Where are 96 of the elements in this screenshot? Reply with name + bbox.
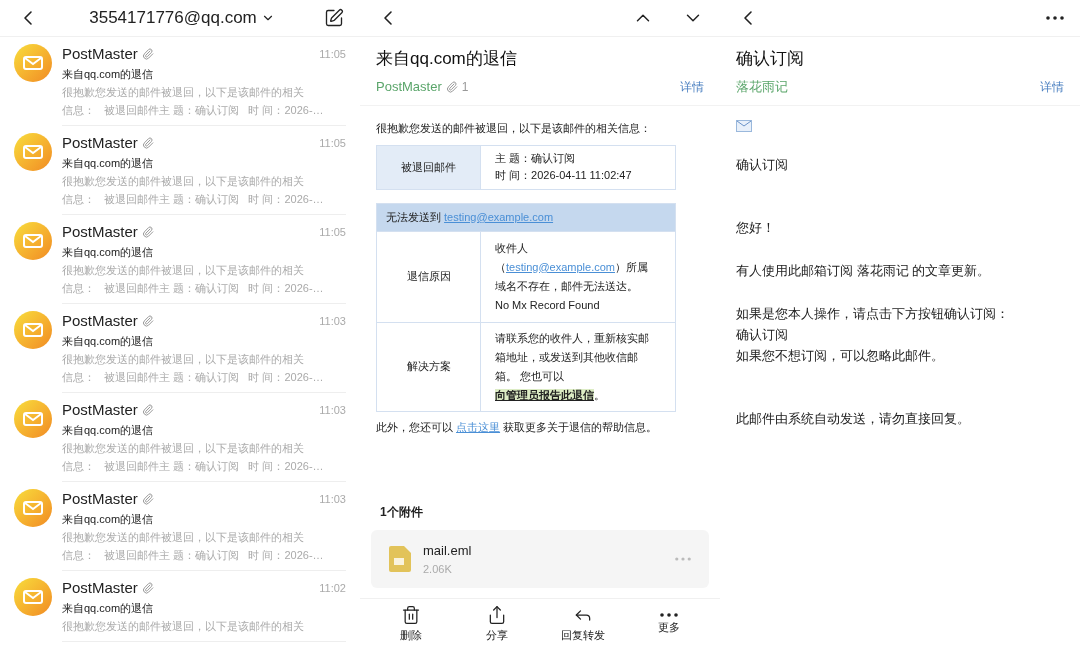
message-item[interactable]: PostMaster 11:05 来自qq.com的退信 很抱歉您发送的邮件被退回，以下是该邮件的相关 信息： 被退回邮件主 题：确认订阅 时 间：2026-… [62, 222, 346, 304]
table-cell-text: 请联系您的收件人，重新核实邮箱地址，或发送到其他收信邮箱。 您也可以 向管理员报告此退信。 [494, 330, 650, 403]
table-cell-text: 主 题：确认订阅 [495, 151, 577, 166]
message-subject: 来自qq.com的退信 [62, 245, 155, 260]
envelope-icon [736, 119, 752, 132]
message-time: 11:02 [319, 580, 346, 596]
help-link[interactable]: 点击这里 [456, 420, 501, 433]
body-text: 确认订阅 [736, 325, 789, 344]
message-preview: 信息： 被退回邮件主 题：确认订阅 时 间：2026-… [62, 103, 325, 118]
toolbar-button[interactable]: 删除 [379, 601, 443, 646]
envelope-avatar-icon [14, 133, 52, 171]
paperclip-icon [141, 48, 154, 60]
sender-name: PostMaster [62, 489, 138, 509]
share-icon [487, 605, 507, 625]
message-item[interactable]: PostMaster 11:03 来自qq.com的退信 很抱歉您发送的邮件被退回，以下是该邮件的相关 信息： 被退回邮件主 题：确认订阅 时 间：2026-… [62, 489, 346, 571]
envelope-avatar-icon [14, 311, 52, 349]
attachment-card[interactable]: mail.eml 2.06K [371, 530, 709, 588]
more-icon [660, 613, 678, 617]
table-header-cell: 被退回邮件 [377, 145, 481, 189]
paperclip-icon [141, 582, 154, 594]
attachment-count: 1 [461, 78, 469, 96]
account-selector[interactable]: 3554171776@qq.com [89, 5, 275, 31]
toolbar-button[interactable]: 分享 [465, 601, 529, 646]
report-link[interactable]: 向管理员报告此退信 [495, 388, 594, 401]
message-preview: 很抱歉您发送的邮件被退回，以下是该邮件的相关 [62, 174, 305, 189]
trash-icon [401, 605, 421, 625]
message-time: 11:05 [319, 224, 346, 240]
paperclip-icon [141, 315, 154, 327]
paperclip-icon [141, 137, 154, 149]
paperclip-icon [141, 404, 154, 416]
message-time: 11:03 [319, 491, 346, 507]
message-item[interactable]: PostMaster 11:02 来自qq.com的退信 很抱歉您发送的邮件被退回，以下是该邮件的相关 [62, 578, 346, 642]
body-text: 此邮件由系统自动发送，请勿直接回复。 [736, 409, 971, 428]
envelope-avatar-icon [14, 489, 52, 527]
body-text: 有人使用此邮箱订阅 落花雨记 的文章更新。 [736, 261, 992, 280]
sender-name: PostMaster [62, 400, 138, 420]
envelope-avatar-icon [14, 222, 52, 260]
table-cell-text: 收件人（testing@example.com）所属域名不存在，邮件无法送达。 [495, 240, 649, 294]
more-icon[interactable] [1046, 16, 1064, 20]
message-preview: 信息： 被退回邮件主 题：确认订阅 时 间：2026-… [62, 370, 325, 385]
sender-name: PostMaster [62, 578, 138, 598]
sender-name: PostMaster [62, 311, 138, 331]
message-item[interactable]: PostMaster 11:05 来自qq.com的退信 很抱歉您发送的邮件被退回，以下是该邮件的相关 信息： 被退回邮件主 题：确认订阅 时 间：2026-… [62, 44, 346, 126]
body-text: 确认订阅 [736, 155, 789, 174]
message-preview: 很抱歉您发送的邮件被退回，以下是该邮件的相关 [62, 530, 305, 545]
details-link[interactable]: 详情 [1040, 77, 1064, 96]
table-cell-text: 时 间：2026-04-11 11:02:47 [495, 168, 632, 183]
table-cell-text: No Mx Record Found [495, 297, 601, 313]
compose-icon[interactable] [324, 8, 344, 28]
email-title: 来自qq.com的退信 [376, 48, 518, 70]
message-time: 11:05 [319, 135, 346, 151]
message-preview: 很抱歉您发送的邮件被退回，以下是该邮件的相关 [62, 352, 305, 367]
message-subject: 来自qq.com的退信 [62, 334, 155, 349]
message-preview: 很抱歉您发送的邮件被退回，以下是该邮件的相关 [62, 263, 305, 278]
message-time: 11:03 [319, 313, 346, 329]
message-time: 11:03 [319, 402, 346, 418]
table-header-cell: 无法发送到 testing@example.com [377, 203, 675, 231]
body-text: 如果是您本人操作，请点击下方按钮确认订阅： [736, 304, 1010, 323]
paperclip-icon [141, 226, 154, 238]
paperclip-icon [141, 493, 154, 505]
message-preview: 很抱歉您发送的邮件被退回，以下是该邮件的相关 [62, 619, 305, 634]
message-item[interactable]: PostMaster 11:05 来自qq.com的退信 很抱歉您发送的邮件被退回，以下是该邮件的相关 信息： 被退回邮件主 题：确认订阅 时 间：2026-… [62, 133, 346, 215]
intro-text: 很抱歉您发送的邮件被退回，以下是该邮件的相关信息： [376, 120, 652, 136]
message-preview: 信息： 被退回邮件主 题：确认订阅 时 间：2026-… [62, 192, 325, 207]
body-text: 如果您不想订阅，可以忽略此邮件。 [736, 346, 945, 365]
message-preview: 信息： 被退回邮件主 题：确认订阅 时 间：2026-… [62, 548, 325, 563]
body-text: 您好！ [736, 218, 776, 237]
toolbar-button[interactable]: 更多 [637, 601, 701, 646]
message-subject: 来自qq.com的退信 [62, 512, 155, 527]
message-preview: 信息： 被退回邮件主 题：确认订阅 时 间：2026-… [62, 281, 325, 296]
message-subject: 来自qq.com的退信 [62, 601, 155, 616]
envelope-avatar-icon [14, 578, 52, 616]
sender-name: PostMaster [62, 44, 138, 64]
sender-name: PostMaster [62, 133, 138, 153]
email-link[interactable]: testing@example.com [506, 260, 615, 273]
attachment-name: mail.eml [423, 542, 473, 560]
message-subject: 来自qq.com的退信 [62, 423, 155, 438]
message-preview: 很抱歉您发送的邮件被退回，以下是该邮件的相关 [62, 441, 305, 456]
message-item[interactable]: PostMaster 11:03 来自qq.com的退信 很抱歉您发送的邮件被退回，以下是该邮件的相关 信息： 被退回邮件主 题：确认订阅 时 间：2026-… [62, 400, 346, 482]
email-title: 确认订阅 [736, 48, 805, 70]
message-preview: 很抱歉您发送的邮件被退回，以下是该邮件的相关 [62, 85, 305, 100]
message-subject: 来自qq.com的退信 [62, 67, 155, 82]
help-text: 此外，您还可以 点击这里 获取更多关于退信的帮助信息。 [376, 419, 659, 435]
sender-name: PostMaster [62, 222, 138, 242]
message-preview: 信息： 被退回邮件主 题：确认订阅 时 间：2026-… [62, 459, 325, 474]
paperclip-icon [445, 80, 458, 93]
message-item[interactable]: PostMaster 11:03 来自qq.com的退信 很抱歉您发送的邮件被退回，以下是该邮件的相关 信息： 被退回邮件主 题：确认订阅 时 间：2026-… [62, 311, 346, 393]
envelope-avatar-icon [14, 400, 52, 438]
message-subject: 来自qq.com的退信 [62, 156, 155, 171]
details-link[interactable]: 详情 [680, 77, 704, 96]
message-time: 11:05 [319, 46, 346, 62]
envelope-avatar-icon [14, 44, 52, 82]
attachment-size: 2.06K [423, 561, 453, 577]
attachments-heading: 1个附件 [379, 504, 424, 521]
toolbar-button[interactable]: 回复转发 [551, 601, 615, 646]
file-icon [389, 546, 411, 572]
